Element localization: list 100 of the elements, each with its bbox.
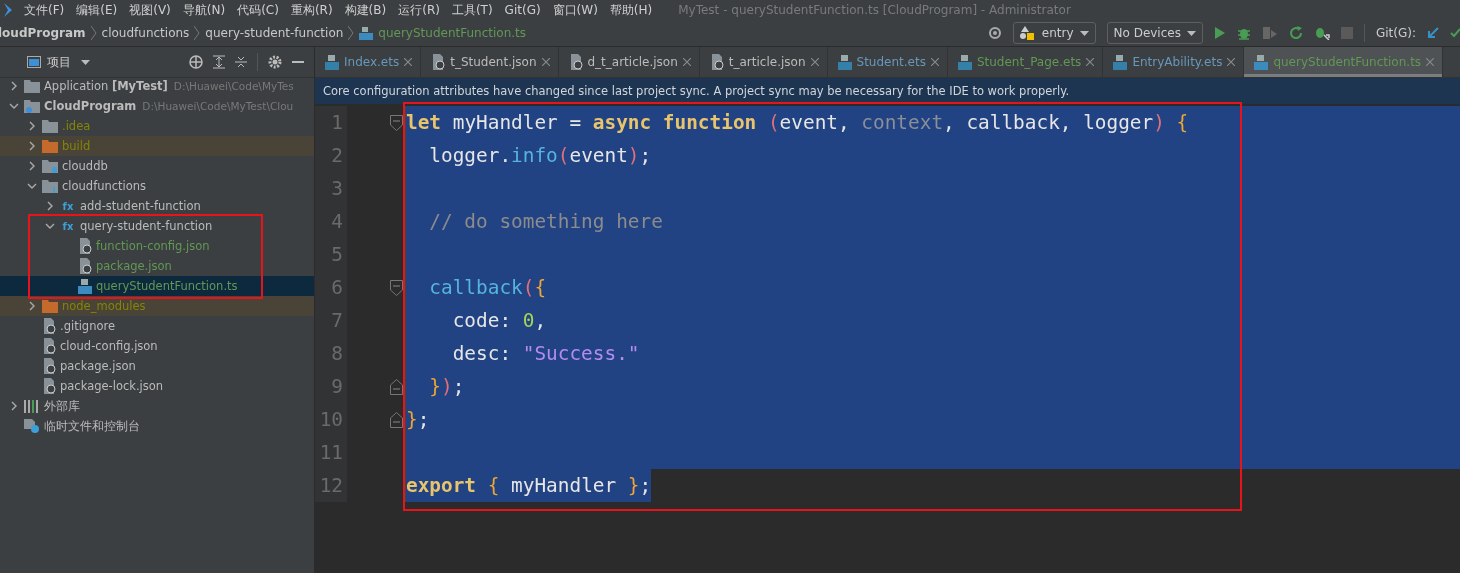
tree-item-label: package.json: [96, 259, 172, 273]
expand-all-icon[interactable]: [213, 55, 225, 69]
arrow-icon[interactable]: [1427, 27, 1439, 39]
tree-item-label: clouddb: [62, 159, 108, 173]
editor-tab[interactable]: d_t_article.json: [558, 47, 700, 77]
tree-item[interactable]: fx add-student-function: [0, 196, 314, 216]
menu-item[interactable]: 窗口(W): [552, 1, 598, 19]
line-number: 6: [315, 271, 347, 304]
breadcrumb[interactable]: queryStudentFunction.ts: [378, 26, 527, 40]
menu-item[interactable]: Git(G): [504, 3, 541, 17]
tree-item-label: .idea: [62, 119, 91, 133]
attach-icon[interactable]: [1261, 26, 1278, 40]
chevron-down-icon[interactable]: [9, 101, 19, 111]
close-icon[interactable]: [930, 58, 939, 66]
target-icon[interactable]: [987, 26, 1002, 40]
tree-item-label: package.json: [60, 359, 136, 373]
line-number: 9: [315, 370, 347, 403]
line-number: 1: [315, 106, 347, 139]
editor-tab[interactable]: t_Student.json: [421, 47, 559, 77]
device-dropdown[interactable]: No Devices: [1106, 22, 1203, 44]
tree-item[interactable]: 临时文件和控制台: [0, 416, 314, 436]
menu-item[interactable]: 重构(R): [290, 1, 333, 19]
chevron-right-icon[interactable]: [27, 141, 37, 151]
tree-item[interactable]: clouddb: [0, 156, 314, 176]
tree-item[interactable]: cloud-config.json: [0, 336, 314, 356]
refresh-icon[interactable]: [1288, 26, 1303, 40]
folder-icon: [42, 139, 58, 153]
fold-marker-icon[interactable]: [390, 279, 403, 296]
close-icon[interactable]: [1426, 58, 1435, 66]
menu-item[interactable]: 帮助(H): [609, 1, 653, 19]
line-number: 7: [315, 304, 347, 337]
close-icon[interactable]: [682, 58, 691, 66]
caret-icon[interactable]: [81, 59, 90, 65]
menu-item[interactable]: 运行(R): [398, 1, 440, 19]
collapse-all-icon[interactable]: [235, 55, 247, 69]
config-dropdown[interactable]: entry: [1012, 22, 1096, 44]
chevron-down-icon[interactable]: [27, 181, 37, 191]
code-line: logger.info(event);: [428, 143, 652, 169]
chevron-right-icon[interactable]: [9, 81, 19, 91]
tree-item-label: function-config.json: [96, 239, 210, 253]
chevron-down-icon[interactable]: [45, 221, 55, 231]
menu-item[interactable]: 工具(T): [451, 1, 493, 19]
folder-icon: [42, 119, 58, 133]
code-line: };: [406, 407, 430, 433]
window-title: MyTest - queryStudentFunction.ts [CloudProgram] - Administrator: [678, 3, 1071, 17]
tree-item[interactable]: package.json: [0, 256, 314, 276]
close-icon[interactable]: [1086, 58, 1095, 66]
tree-item[interactable]: queryStudentFunction.ts: [0, 276, 314, 296]
tree-item[interactable]: package.json: [0, 356, 314, 376]
breadcrumb[interactable]: cloudfunctions: [101, 26, 190, 40]
editor-tab[interactable]: Student_Page.ets: [947, 47, 1104, 77]
close-icon[interactable]: [541, 58, 550, 66]
folder-icon: [24, 99, 40, 113]
tree-item-label: 外部库: [44, 398, 80, 414]
menu-item[interactable]: 视图(V): [129, 1, 171, 19]
bug-icon[interactable]: [1236, 26, 1251, 40]
crosshair-icon[interactable]: [189, 55, 203, 69]
menu-item[interactable]: 构建(B): [344, 1, 387, 19]
tree-item-label: queryStudentFunction.ts: [96, 279, 238, 293]
chevron-right-icon[interactable]: [27, 161, 37, 171]
app-logo-icon: [4, 3, 12, 17]
tree-item-label: add-student-function: [80, 199, 201, 213]
fold-marker-icon[interactable]: [390, 114, 403, 131]
tree-item[interactable]: fx query-student-function: [0, 216, 314, 236]
tree-item[interactable]: Application [MyTest] D:\Huawei\Code\MyTes: [0, 76, 314, 96]
tree-item[interactable]: .gitignore: [0, 316, 314, 336]
editor-tab[interactable]: Student.ets: [827, 47, 948, 77]
chevron-right-icon[interactable]: [9, 401, 19, 411]
bug-arrow-icon[interactable]: [1313, 26, 1330, 40]
editor-tab[interactable]: Index.ets: [315, 47, 422, 77]
menu-item[interactable]: 文件(F): [24, 1, 65, 19]
path-label: D:\Huawei\Code\MyTes: [173, 80, 294, 92]
tree-item[interactable]: cloudfunctions: [0, 176, 314, 196]
run-icon[interactable]: [1213, 26, 1226, 40]
checkmark-icon[interactable]: [1450, 27, 1460, 39]
fold-marker-icon[interactable]: [390, 411, 403, 428]
close-icon[interactable]: [404, 58, 413, 66]
code-line: });: [428, 374, 465, 400]
function-icon: fx: [60, 200, 76, 212]
tree-item[interactable]: package-lock.json: [0, 376, 314, 396]
menu-item[interactable]: 代码(C): [237, 1, 279, 19]
chevron-right-icon[interactable]: [27, 121, 37, 131]
shapes-icon: [1019, 26, 1036, 40]
chevron-right-icon[interactable]: [27, 301, 37, 311]
tree-item[interactable]: 外部库: [0, 396, 314, 416]
panel-title[interactable]: 项目: [47, 53, 71, 71]
fold-marker-icon[interactable]: [390, 378, 403, 395]
chevron-icon: [194, 25, 201, 41]
tree-item-label: CloudProgram: [44, 99, 137, 113]
editor-tab[interactable]: t_article.json: [699, 47, 828, 77]
tree-item[interactable]: CloudProgram D:\Huawei\Code\MyTest\Clou: [0, 96, 314, 116]
settings-icon[interactable]: [268, 55, 282, 69]
close-icon[interactable]: [1227, 58, 1236, 66]
breadcrumb[interactable]: query-student-function: [205, 26, 344, 40]
close-icon[interactable]: [810, 58, 819, 66]
menu-item[interactable]: 导航(N): [182, 1, 226, 19]
chevron-right-icon[interactable]: [45, 201, 55, 211]
ets-file-icon: [957, 54, 972, 70]
tree-item[interactable]: function-config.json: [0, 236, 314, 256]
menu-item[interactable]: 编辑(E): [76, 1, 118, 19]
